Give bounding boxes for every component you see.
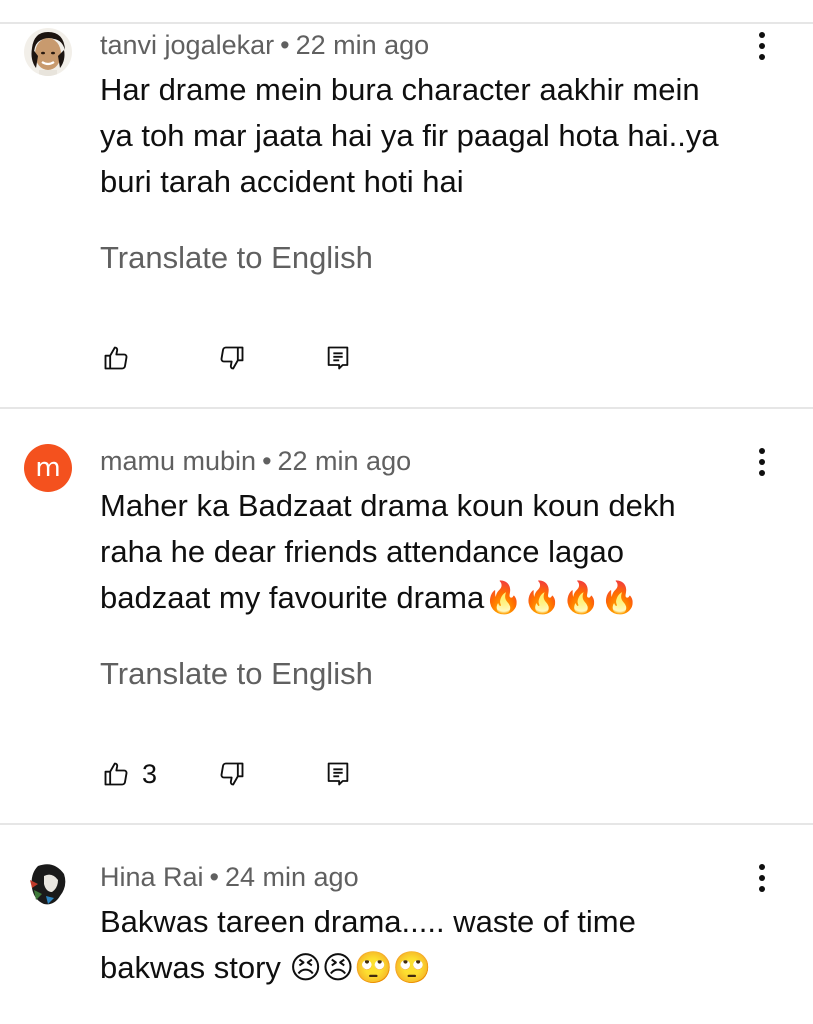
author-name[interactable]: mamu mubin: [100, 446, 256, 476]
comment-text: Maher ka Badzaat drama koun koun dekh ra…: [100, 488, 676, 615]
more-vert-icon: [759, 448, 765, 454]
avatar-letter: m: [35, 453, 61, 483]
comment-meta: tanvi jogalekar • 22 min ago: [100, 30, 429, 61]
thumb-up-icon: [104, 762, 128, 786]
comment-text: Bakwas tareen drama..... waste of time b…: [100, 904, 636, 985]
separator: •: [280, 30, 290, 60]
user-photo-icon: [24, 860, 72, 908]
like-button[interactable]: [102, 342, 142, 374]
author-name[interactable]: tanvi jogalekar: [100, 30, 274, 60]
comment-divider: [0, 407, 813, 409]
translate-button[interactable]: Translate to English: [100, 240, 373, 276]
more-vert-icon: [759, 864, 765, 870]
separator: •: [262, 446, 272, 476]
reply-button[interactable]: [324, 758, 352, 790]
like-button[interactable]: 3: [102, 758, 157, 790]
author-name[interactable]: Hina Rai: [100, 862, 204, 892]
avatar[interactable]: [24, 860, 72, 908]
thumb-down-icon: [220, 762, 244, 786]
thumb-down-icon: [220, 346, 244, 370]
top-divider: [0, 22, 813, 24]
more-options-button[interactable]: [750, 860, 774, 896]
reply-button[interactable]: [324, 342, 352, 374]
dislike-button[interactable]: [218, 342, 246, 374]
reply-comment-icon: [327, 346, 349, 370]
user-photo-icon: [24, 28, 72, 76]
comment-meta: mamu mubin • 22 min ago: [100, 446, 411, 477]
separator: •: [209, 862, 219, 892]
comment-divider: [0, 823, 813, 825]
timestamp[interactable]: 24 min ago: [225, 862, 359, 892]
avatar[interactable]: m: [24, 444, 72, 492]
more-vert-icon: [759, 32, 765, 38]
like-count: 3: [142, 758, 158, 789]
timestamp[interactable]: 22 min ago: [296, 30, 430, 60]
translate-button[interactable]: Translate to English: [100, 656, 373, 692]
thumb-up-icon: [104, 346, 128, 370]
more-options-button[interactable]: [750, 444, 774, 480]
dislike-button[interactable]: [218, 758, 246, 790]
timestamp[interactable]: 22 min ago: [278, 446, 412, 476]
comment-meta: Hina Rai • 24 min ago: [100, 862, 359, 893]
reply-comment-icon: [327, 762, 349, 786]
more-options-button[interactable]: [750, 28, 774, 64]
comment-text: Har drame mein bura character aakhir mei…: [100, 72, 719, 199]
avatar[interactable]: [24, 28, 72, 76]
